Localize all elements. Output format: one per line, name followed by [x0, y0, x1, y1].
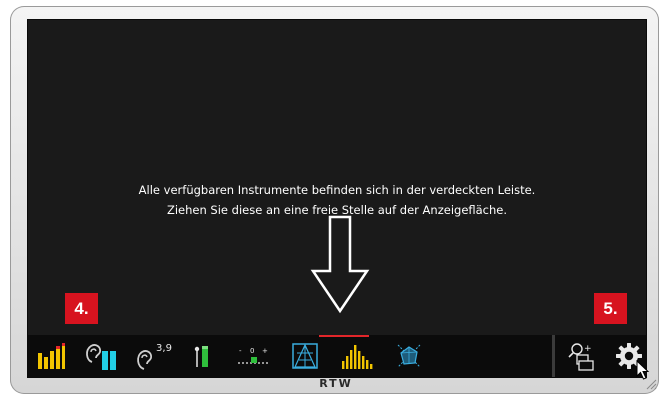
empty-display-message: Alle verfügbaren Instrumente befinden si…	[28, 180, 646, 220]
toolbar-tool-surround[interactable]	[394, 335, 424, 377]
down-arrow-icon	[310, 215, 370, 314]
toolbar-tool-ppm[interactable]	[34, 335, 68, 377]
vectorscope-icon	[292, 343, 318, 369]
toolbar-divider	[552, 335, 555, 377]
display-screen: Alle verfügbaren Instrumente befinden si…	[27, 19, 647, 378]
toolbar-tool-loudness-bars[interactable]	[82, 335, 122, 377]
loudness-ear-value-icon	[137, 350, 153, 370]
true-peak-slider-icon	[194, 346, 208, 367]
toolbar-tool-vectorscope[interactable]	[290, 335, 320, 377]
toolbar-tool-zoom-window[interactable]: +	[566, 335, 600, 377]
callout-badge-5: 5.	[594, 293, 627, 324]
callout-badge-4: 4.	[65, 293, 98, 324]
rtw-logo: RTW	[319, 377, 353, 390]
svg-text:0: 0	[250, 347, 254, 355]
mouse-cursor-icon	[636, 360, 650, 380]
message-line-1: Alle verfügbaren Instrumente befinden si…	[138, 183, 536, 197]
correlation-scale-icon: - 0 +	[238, 347, 268, 364]
toolbar-tool-spectrum[interactable]	[340, 335, 374, 377]
loudness-value-label: 3,9	[156, 342, 172, 354]
svg-text:+: +	[262, 347, 268, 355]
ppm-meter-icon	[38, 343, 65, 369]
zoom-window-icon: +	[568, 343, 594, 371]
loudness-ear-bars-icon	[86, 344, 116, 370]
toolbar-tool-loudness-value[interactable]: 3,9	[132, 335, 176, 377]
svg-text:-: -	[239, 347, 242, 355]
instrument-toolbar[interactable]: 3,9 - 0 + +	[28, 335, 646, 377]
toolbar-tool-true-peak[interactable]	[190, 335, 214, 377]
toolbar-tool-correlation[interactable]: - 0 +	[236, 335, 270, 377]
resize-grip-icon[interactable]	[645, 378, 657, 390]
svg-text:+: +	[584, 344, 592, 354]
spectrum-analyzer-icon	[342, 345, 373, 369]
surround-sound-analyzer-icon	[397, 344, 421, 368]
